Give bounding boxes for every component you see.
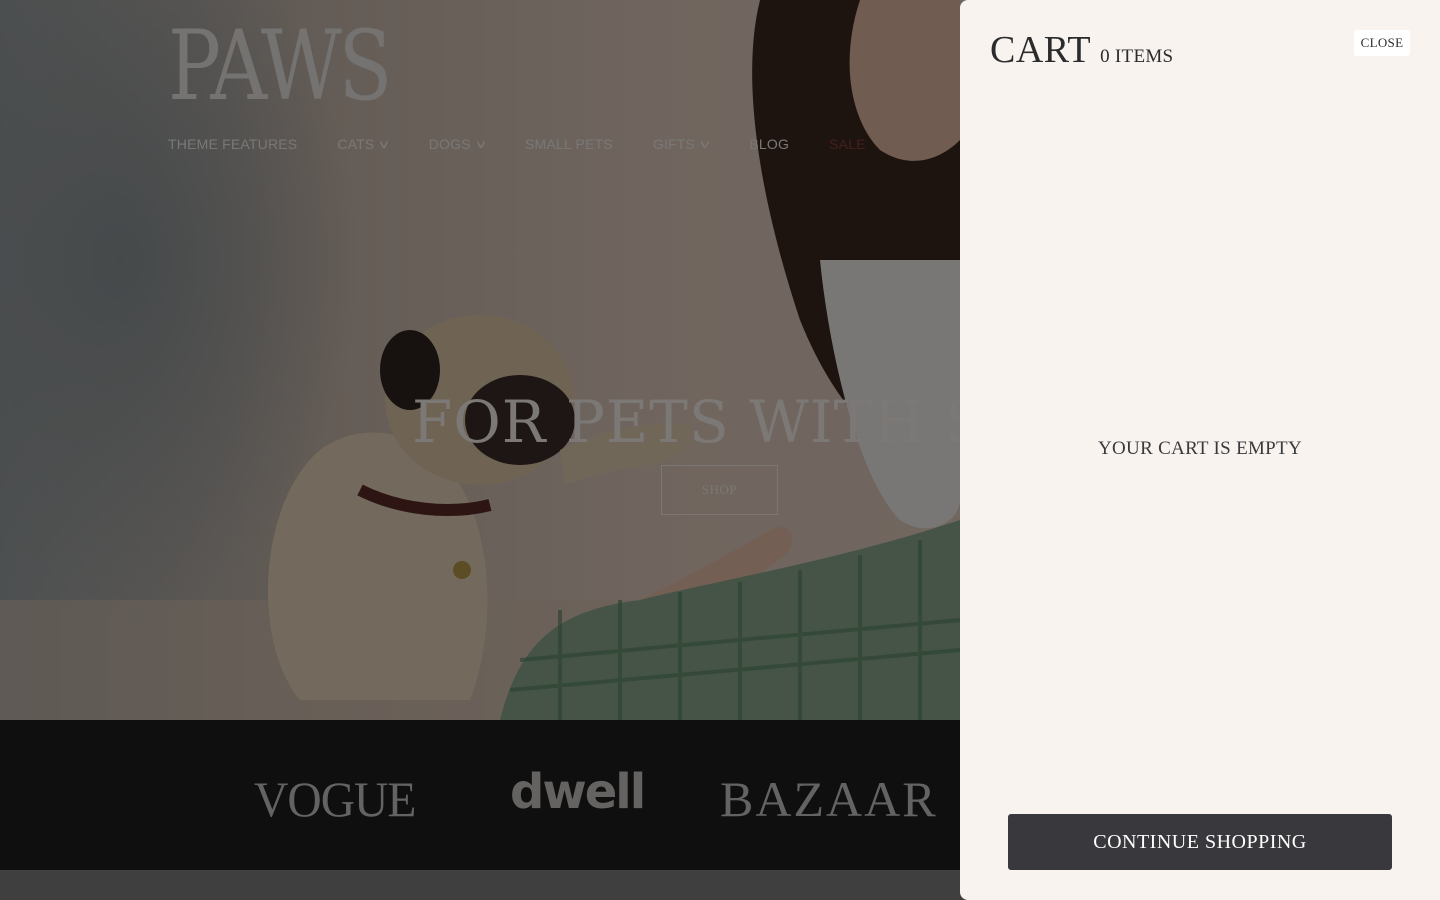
- cart-item-count: 0 ITEMS: [1100, 46, 1174, 67]
- cart-drawer: CART 0 ITEMS CLOSE YOUR CART IS EMPTY CO…: [960, 0, 1440, 900]
- empty-cart-message: YOUR CART IS EMPTY: [1098, 438, 1302, 459]
- cart-title: CART: [990, 29, 1092, 71]
- continue-shopping-button[interactable]: CONTINUE SHOPPING: [1008, 814, 1392, 870]
- close-button[interactable]: CLOSE: [1354, 30, 1410, 56]
- cart-header: CART 0 ITEMS: [990, 28, 1173, 72]
